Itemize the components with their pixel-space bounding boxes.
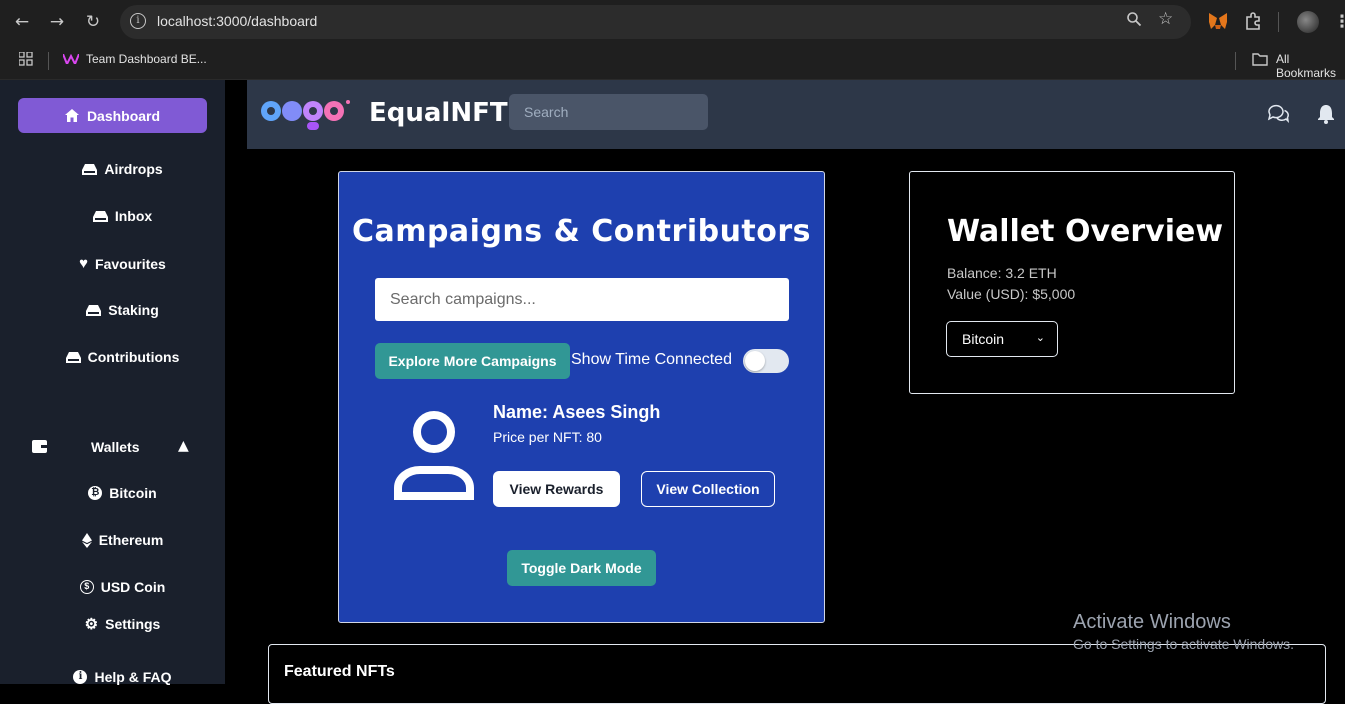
extensions-icon[interactable] [1243,10,1265,32]
sidebar-item-dashboard[interactable]: Dashboard [18,98,207,133]
drive-icon [86,304,102,316]
view-collection-button[interactable]: View Collection [641,471,775,507]
caret-up-icon: ▲ [178,438,189,454]
logo[interactable] [259,96,351,132]
explore-campaigns-button[interactable]: Explore More Campaigns [375,343,570,379]
gear-icon: ⚙ [84,616,99,633]
sidebar-item-airdrops[interactable]: Airdrops [0,161,245,177]
reload-icon[interactable]: ↻ [81,10,105,34]
sidebar-item-favourites[interactable]: ♥ Favourites [0,255,245,272]
sidebar-item-settings[interactable]: ⚙ Settings [0,615,245,633]
toggle-knob [745,351,765,371]
drive-icon [65,351,81,363]
wallet-overview-card: Wallet Overview Balance: 3.2 ETH Value (… [909,171,1235,394]
wallet-value: Value (USD): $5,000 [947,286,1076,302]
sidebar-item-ethereum[interactable]: Ethereum [0,532,245,548]
info-icon: i [73,670,88,684]
contributor-price: Price per NFT: 80 [493,429,602,445]
all-bookmarks-link[interactable]: All Bookmarks [1276,52,1345,80]
chat-icon[interactable] [1267,104,1289,124]
dollar-icon: $ [79,580,94,594]
site-info-icon[interactable]: i [130,13,146,29]
user-icon [394,411,474,500]
sidebar-item-usd-coin[interactable]: $ USD Coin [0,579,245,595]
profile-avatar[interactable] [1297,11,1319,33]
star-icon[interactable]: ☆ [1158,9,1173,29]
app-header: EqualNFT [247,80,1345,149]
folder-icon [1252,53,1268,66]
sidebar: Dashboard Airdrops Inbox ♥ Favourites St… [0,80,225,685]
sidebar-item-label: Staking [108,302,159,318]
campaigns-card: Campaigns & Contributors Explore More Ca… [338,171,825,623]
brand-name[interactable]: EqualNFT [369,98,508,128]
sidebar-item-help[interactable]: i Help & FAQ [0,669,245,685]
time-connected-toggle[interactable] [743,349,789,373]
sidebar-item-bitcoin[interactable]: ₿ Bitcoin [0,485,245,501]
sidebar-item-contributions[interactable]: Contributions [0,349,245,365]
bookmarks-divider [48,52,49,70]
home-icon [64,109,79,122]
forward-icon[interactable]: → [45,10,69,34]
activate-windows-title: Activate Windows [1073,611,1231,633]
select-value: Bitcoin [962,331,1005,347]
bitcoin-icon: ₿ [88,486,103,500]
sidebar-item-label: Ethereum [98,532,164,548]
sidebar-item-label: Bitcoin [109,485,157,501]
bookmarks-divider-right [1235,52,1236,70]
sidebar-item-label: Airdrops [104,161,163,177]
sidebar-item-label: Settings [105,616,161,632]
wallet-balance: Balance: 3.2 ETH [947,265,1057,281]
activate-windows-subtitle: Go to Settings to activate Windows. [1073,636,1294,652]
chevron-down-icon: ⌄ [1035,332,1045,344]
contributor-name: Name: Asees Singh [493,402,661,422]
sidebar-item-staking[interactable]: Staking [0,302,245,318]
header-search-input[interactable] [509,94,708,130]
back-icon[interactable]: ← [10,10,34,34]
wallet-title: Wallet Overview [947,214,1224,249]
sidebar-item-inbox[interactable]: Inbox [0,208,245,224]
bookmark-team-dashboard[interactable]: Team Dashboard BE... [86,52,207,66]
view-rewards-button[interactable]: View Rewards [493,471,620,507]
ethereum-icon [81,532,92,548]
sidebar-item-label: USD Coin [100,579,166,595]
bookmark-favicon-icon [63,54,79,64]
drive-icon [82,163,98,175]
address-bar[interactable]: i localhost:3000/dashboard ☆ [120,5,1191,39]
sidebar-item-label: Dashboard [86,107,161,124]
zoom-icon[interactable] [1126,11,1142,31]
featured-nfts-section: Featured NFTs [268,644,1326,704]
inbox-icon [92,210,108,222]
bell-icon[interactable] [1317,104,1335,124]
apps-grid-icon[interactable] [19,52,33,66]
bookmarks-bar: Team Dashboard BE... All Bookmarks [0,44,1345,80]
toolbar-divider [1278,12,1279,32]
heart-icon: ♥ [79,255,89,272]
featured-title: Featured NFTs [284,663,395,680]
sidebar-item-label: Contributions [87,349,180,365]
sidebar-item-label: Help & FAQ [94,669,172,685]
campaigns-title: Campaigns & Contributors [351,214,812,249]
toggle-label: Show Time Connected [571,351,732,368]
browser-toolbar: ← → ↻ i localhost:3000/dashboard ☆ ⋮ [0,0,1345,44]
metamask-icon[interactable] [1207,10,1229,32]
sidebar-wallets-toggle[interactable]: Wallets ▲ [0,437,225,459]
wallet-currency-select[interactable]: Bitcoin ⌄ [946,321,1058,357]
wallets-label: Wallets [91,439,140,455]
menu-icon[interactable]: ⋮ [1330,10,1345,34]
campaign-search-input[interactable] [375,278,789,321]
toggle-dark-mode-button[interactable]: Toggle Dark Mode [507,550,656,586]
sidebar-item-label: Inbox [114,208,153,224]
sidebar-item-label: Favourites [95,255,166,272]
wallet-icon [32,440,47,453]
url-text[interactable]: localhost:3000/dashboard [157,13,317,29]
